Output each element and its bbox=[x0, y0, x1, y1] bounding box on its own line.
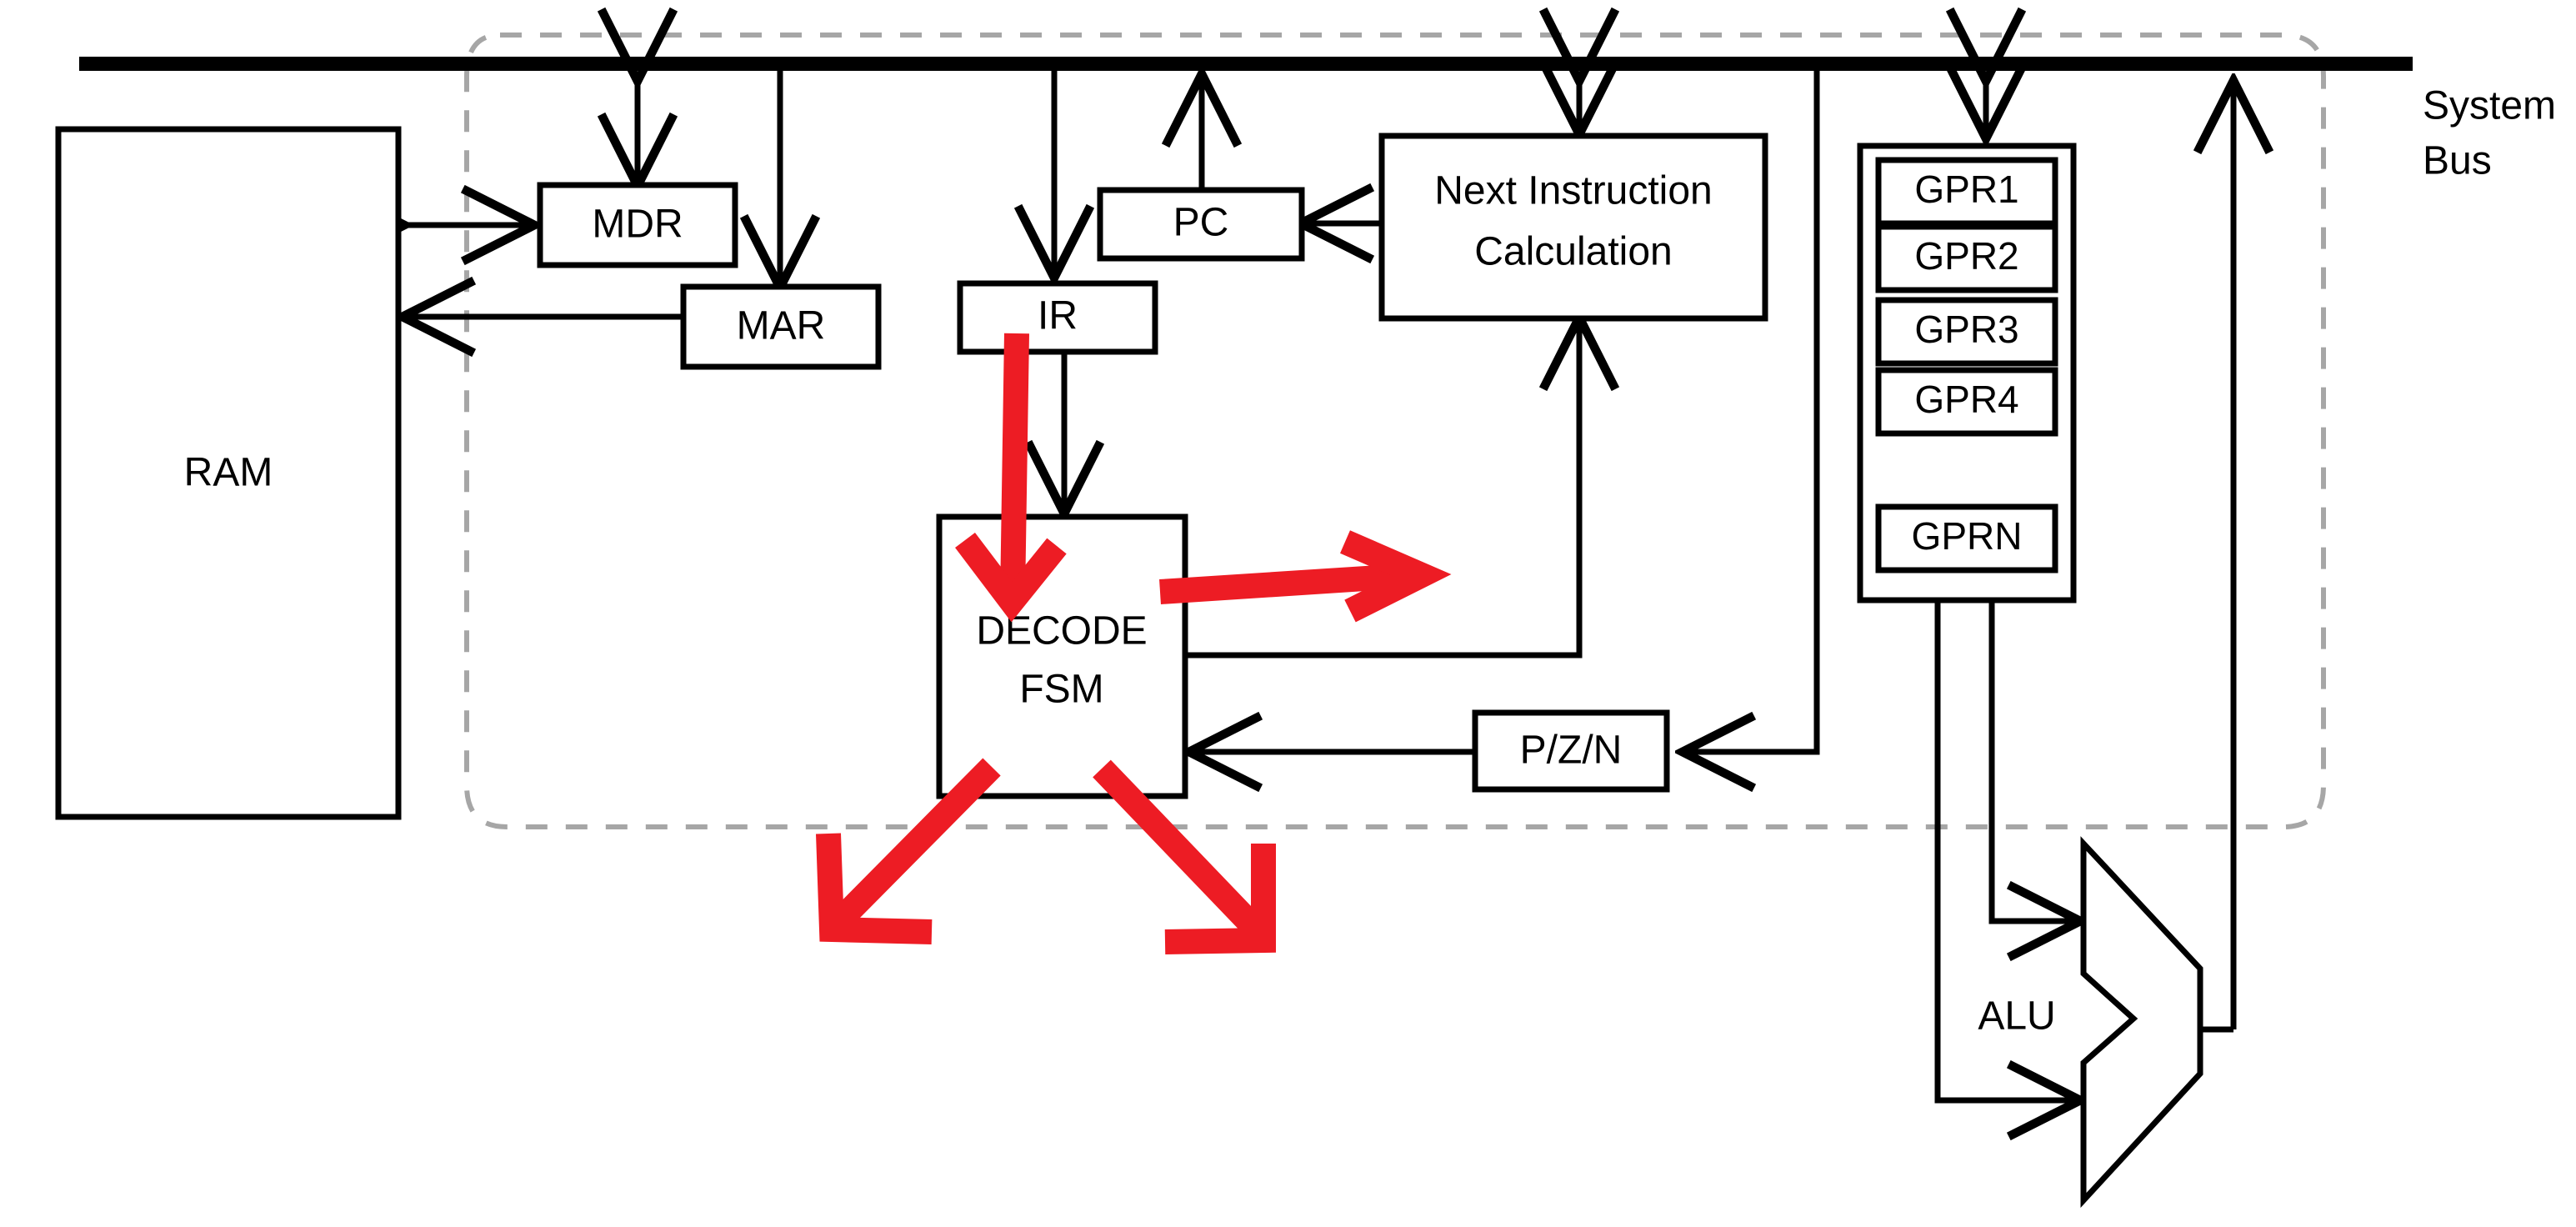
diagram-canvas: System Bus RAM MDR MAR IR PC Next Instru… bbox=[55, 0, 2556, 1208]
block-mar[interactable]: MAR bbox=[680, 283, 882, 370]
block-ir[interactable]: IR bbox=[957, 280, 1158, 355]
decode-fsm-label-line2: FSM bbox=[1019, 668, 1103, 712]
next-instruction-calculation-label-line1: Next Instruction bbox=[1434, 169, 1712, 213]
next-instruction-calculation-box bbox=[1378, 133, 1768, 322]
mdr-label: MDR bbox=[592, 203, 683, 247]
ram-label: RAM bbox=[184, 451, 273, 495]
wire-register-file-to-alu-operand-a bbox=[1988, 602, 2079, 921]
block-mdr[interactable]: MDR bbox=[537, 182, 738, 268]
alu-shape bbox=[2080, 836, 2203, 1208]
ir-label: IR bbox=[1038, 294, 1078, 338]
alu-label: ALU bbox=[1978, 994, 2055, 1039]
pc-label: PC bbox=[1173, 201, 1229, 245]
block-alu[interactable]: ALU bbox=[1978, 836, 2203, 1208]
system-bus-label-line1: System bbox=[2423, 84, 2556, 128]
flags-register-label: P/Z/N bbox=[1520, 729, 1623, 773]
register-file[interactable]: GPR1 GPR2 GPR3 GPR4 GPRN bbox=[1857, 143, 2077, 603]
mar-label: MAR bbox=[737, 304, 826, 348]
next-instruction-calculation-label-line2: Calculation bbox=[1474, 230, 1672, 274]
gpr3-label: GPR3 bbox=[1914, 308, 2018, 351]
block-ram[interactable]: RAM bbox=[55, 126, 402, 820]
annotation-arrow-down-left-from-decode-icon bbox=[816, 758, 1001, 944]
register-file-item-gpr4[interactable]: GPR4 bbox=[1875, 367, 2058, 437]
register-file-item-gpr2[interactable]: GPR2 bbox=[1875, 223, 2058, 293]
decode-fsm-label-line1: DECODE bbox=[976, 609, 1147, 654]
block-pc[interactable]: PC bbox=[1097, 187, 1305, 262]
system-bus-label-line2: Bus bbox=[2423, 139, 2492, 183]
gprn-label: GPRN bbox=[1912, 514, 2023, 558]
gpr1-label: GPR1 bbox=[1914, 168, 2018, 211]
annotation-arrow-right-from-decode-icon bbox=[1159, 530, 1452, 623]
register-file-item-gpr1[interactable]: GPR1 bbox=[1875, 157, 2058, 227]
gpr4-label: GPR4 bbox=[1914, 378, 2018, 421]
register-file-item-gprn[interactable]: GPRN bbox=[1875, 503, 2058, 573]
cpu-datapath-diagram: System Bus RAM MDR MAR IR PC Next Instru… bbox=[0, 0, 2576, 1227]
register-file-item-gpr3[interactable]: GPR3 bbox=[1875, 297, 2058, 367]
block-flags-register[interactable]: P/Z/N bbox=[1472, 709, 1670, 793]
gpr2-label: GPR2 bbox=[1914, 234, 2018, 278]
annotation-arrow-down-into-decode-icon bbox=[955, 333, 1067, 623]
system-bus-bar bbox=[79, 57, 2413, 71]
block-next-instruction-calculation[interactable]: Next Instruction Calculation bbox=[1378, 133, 1768, 322]
